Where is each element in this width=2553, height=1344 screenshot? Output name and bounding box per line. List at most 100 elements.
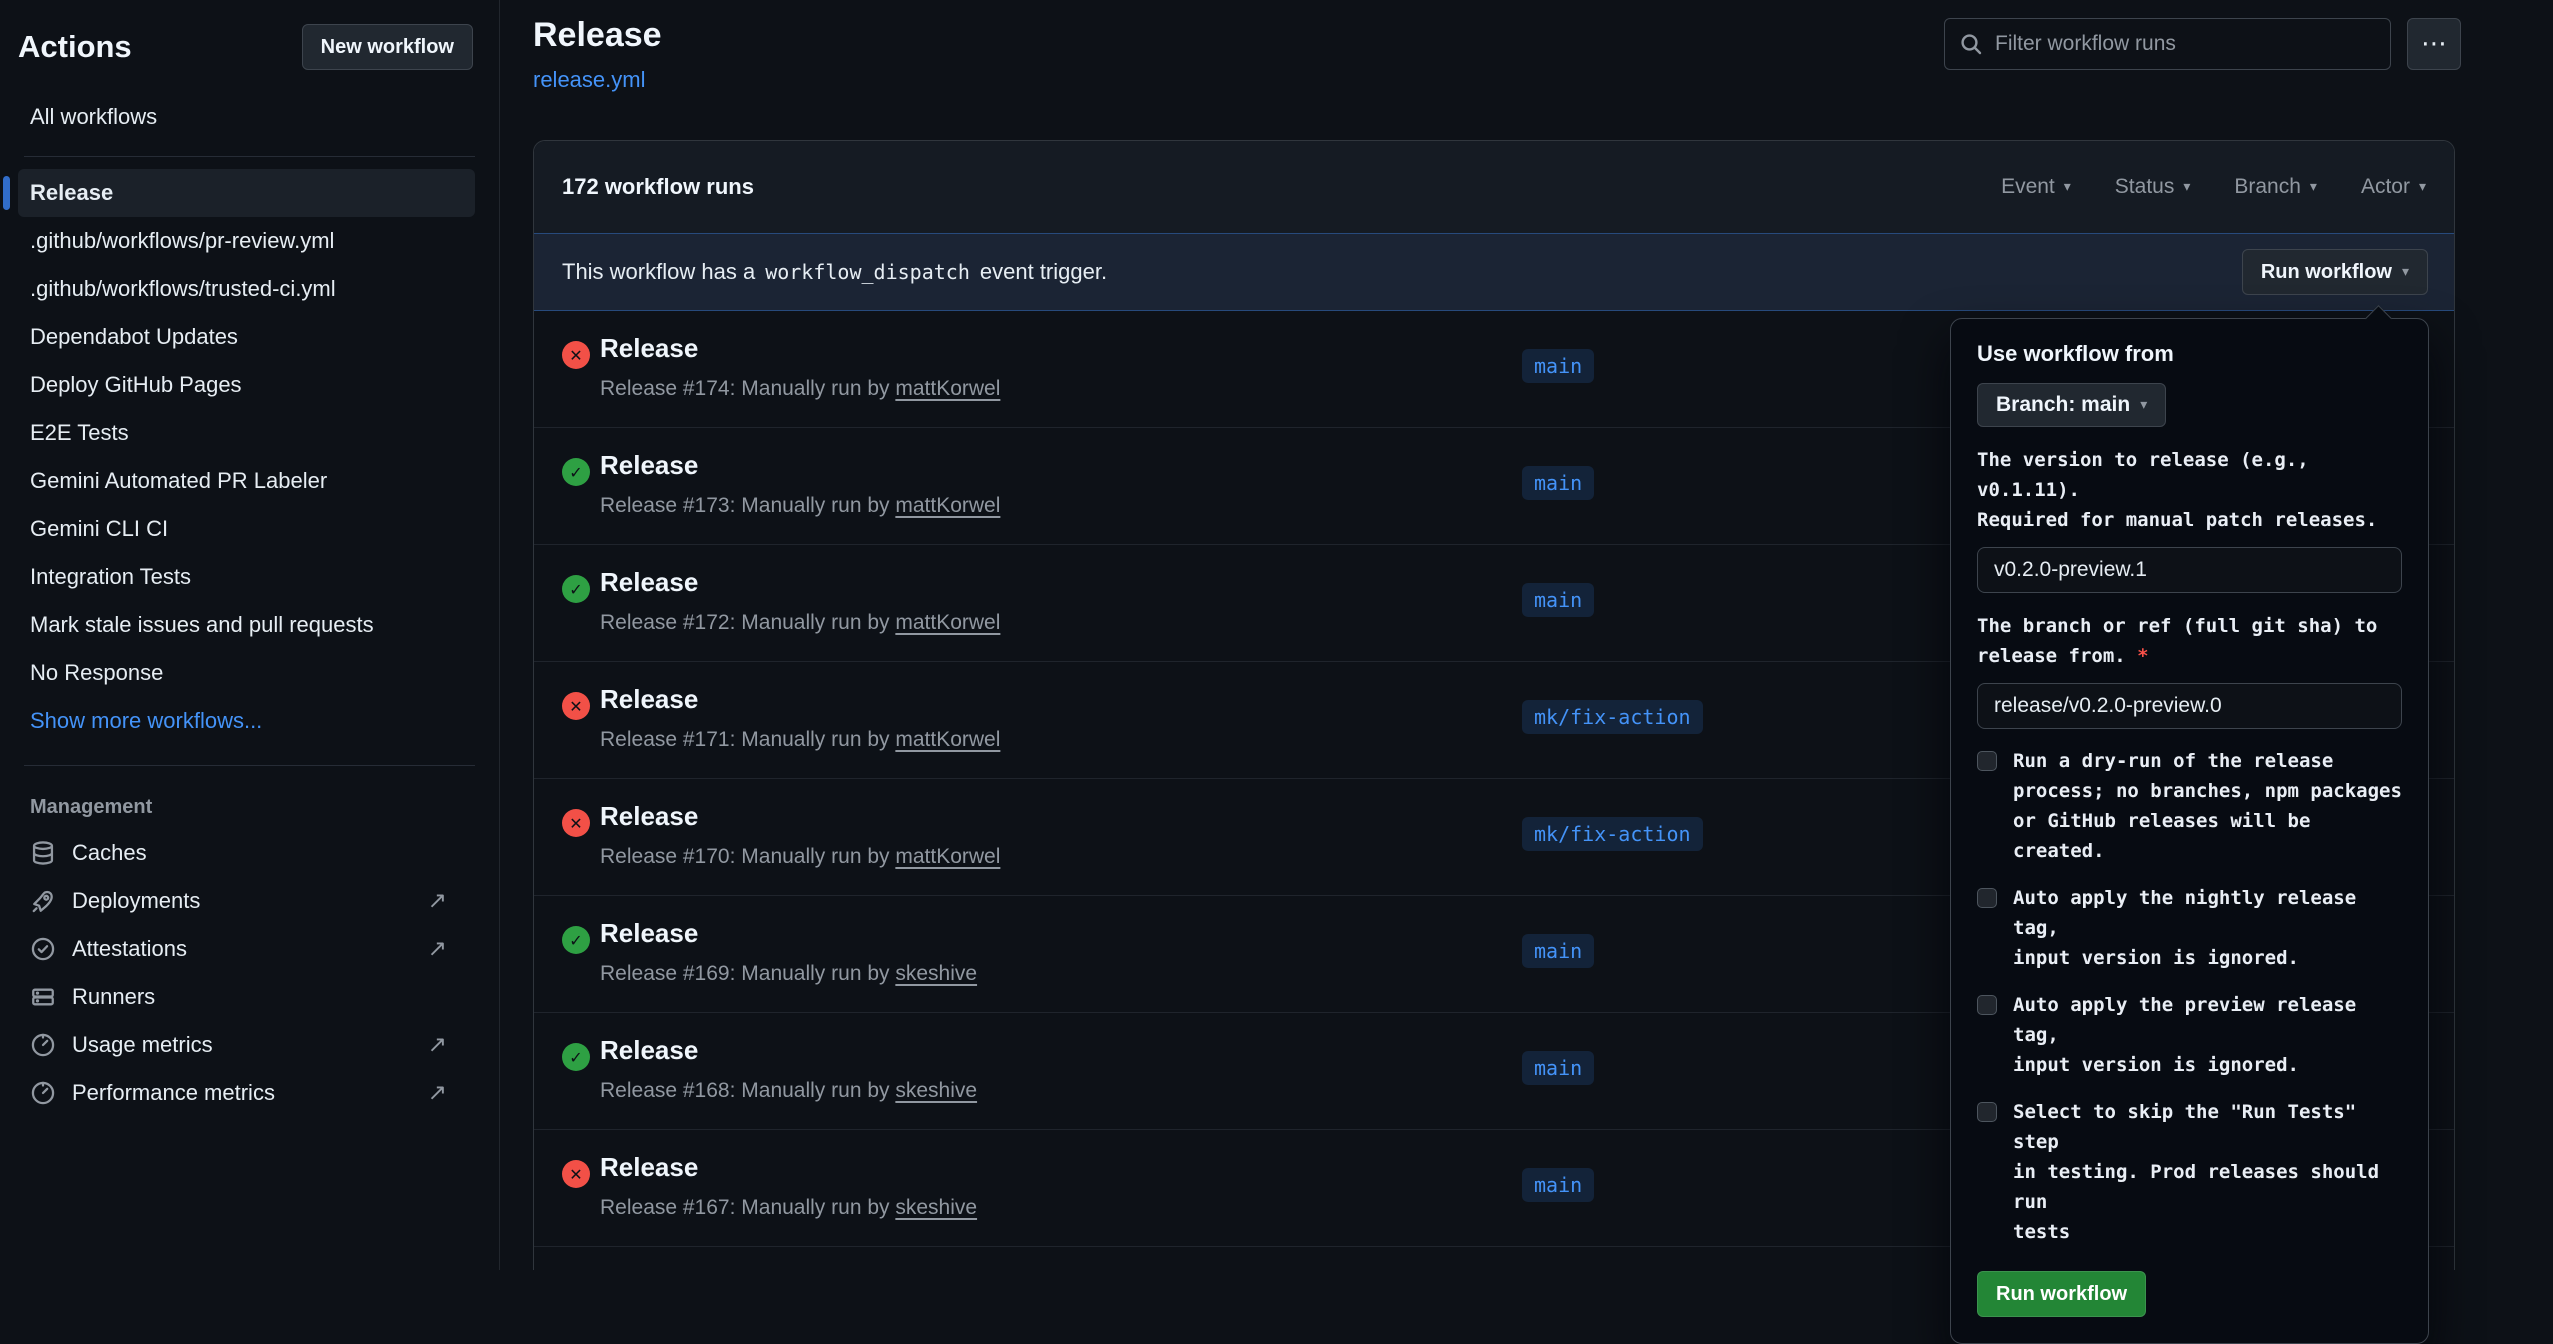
search-box	[1944, 18, 2391, 70]
chevron-down-icon: ▾	[2419, 179, 2426, 195]
sidebar-item-integration-tests[interactable]: Integration Tests	[18, 553, 475, 601]
workflow-list: Release .github/workflows/pr-review.yml …	[18, 169, 475, 745]
branch-ref-field-description: The branch or ref (full git sha) to rele…	[1977, 611, 2402, 671]
run-title-link[interactable]: Release	[600, 450, 698, 481]
sidebar-item-no-response[interactable]: No Response	[18, 649, 475, 697]
run-title-link[interactable]: Release	[600, 801, 698, 832]
sidebar-item-release[interactable]: Release	[18, 169, 475, 217]
workflow-file-link[interactable]: release.yml	[533, 67, 645, 93]
sidebar-item-usage-metrics[interactable]: Usage metrics ↗	[0, 1021, 499, 1069]
external-link-icon: ↗	[428, 1032, 447, 1058]
failure-status-icon: ✕	[562, 692, 590, 720]
external-link-icon: ↗	[428, 936, 447, 962]
sidebar-show-more-link[interactable]: Show more workflows...	[18, 697, 475, 745]
branch-selector-button[interactable]: Branch: main ▾	[1977, 383, 2166, 427]
sidebar-title: Actions	[18, 29, 132, 65]
popover-heading: Use workflow from	[1977, 341, 2402, 367]
run-title-link[interactable]: Release	[600, 1152, 698, 1183]
sidebar-item-deployments[interactable]: Deployments ↗	[0, 877, 499, 925]
actor-link[interactable]: mattKorwel	[895, 377, 1000, 400]
preview-tag-checkbox[interactable]	[1977, 995, 1997, 1015]
branch-chip[interactable]: main	[1522, 1168, 1594, 1202]
actor-link[interactable]: mattKorwel	[895, 494, 1000, 517]
nightly-tag-checkbox[interactable]	[1977, 888, 1997, 908]
actor-link[interactable]: skeshive	[895, 1196, 977, 1219]
sidebar-item-pr-review[interactable]: .github/workflows/pr-review.yml	[18, 217, 475, 265]
run-title-link[interactable]: Release	[600, 333, 698, 364]
run-title-link[interactable]: Release	[600, 684, 698, 715]
filter-event-dropdown[interactable]: Event▾	[2001, 175, 2071, 199]
run-title-link[interactable]: Release	[600, 567, 698, 598]
nightly-tag-option[interactable]: Auto apply the nightly release tag, inpu…	[1977, 883, 2402, 973]
preview-tag-option[interactable]: Auto apply the preview release tag, inpu…	[1977, 990, 2402, 1080]
workflow-dispatch-banner: This workflow has a workflow_dispatch ev…	[534, 233, 2454, 311]
rocket-icon	[30, 888, 56, 914]
required-mark: *	[2137, 645, 2148, 667]
filter-actor-dropdown[interactable]: Actor▾	[2361, 175, 2426, 199]
filter-workflow-runs-input[interactable]	[1944, 18, 2391, 70]
sidebar-divider	[24, 765, 475, 766]
runs-list-header: 172 workflow runs Event▾ Status▾ Branch▾…	[534, 141, 2454, 233]
branch-chip[interactable]: mk/fix-action	[1522, 700, 1703, 734]
branch-chip[interactable]: main	[1522, 583, 1594, 617]
new-workflow-button[interactable]: New workflow	[302, 24, 473, 70]
run-description: Release #171: Manually run by mattKorwel	[600, 728, 1000, 752]
sidebar-divider	[24, 156, 475, 157]
branch-chip[interactable]: main	[1522, 349, 1594, 383]
success-status-icon: ✓	[562, 926, 590, 954]
failure-status-icon: ✕	[562, 1160, 590, 1188]
page-title: Release	[533, 16, 662, 55]
sidebar-item-caches[interactable]: Caches	[0, 829, 499, 877]
run-title-link[interactable]: Release	[600, 918, 698, 949]
search-icon	[1959, 32, 1983, 56]
run-description: Release #169: Manually run by skeshive	[600, 962, 977, 986]
checkbox-label: Run a dry-run of the release process; no…	[2013, 746, 2402, 866]
filter-status-dropdown[interactable]: Status▾	[2115, 175, 2191, 199]
sidebar-item-gemini-cli-ci[interactable]: Gemini CLI CI	[18, 505, 475, 553]
skip-tests-checkbox[interactable]	[1977, 1102, 1997, 1122]
dry-run-checkbox[interactable]	[1977, 751, 1997, 771]
chevron-down-icon: ▾	[2183, 179, 2190, 195]
runs-count: 172 workflow runs	[562, 174, 754, 200]
chevron-down-icon: ▾	[2140, 397, 2147, 413]
run-workflow-dropdown-button[interactable]: Run workflow ▾	[2242, 249, 2428, 295]
sidebar-item-trusted-ci[interactable]: .github/workflows/trusted-ci.yml	[18, 265, 475, 313]
sidebar-item-performance-metrics[interactable]: Performance metrics ↗	[0, 1069, 499, 1117]
success-status-icon: ✓	[562, 1043, 590, 1071]
sidebar-item-dependabot-updates[interactable]: Dependabot Updates	[18, 313, 475, 361]
run-description: Release #173: Manually run by mattKorwel	[600, 494, 1000, 518]
branch-chip[interactable]: mk/fix-action	[1522, 817, 1703, 851]
sidebar-item-e2e-tests[interactable]: E2E Tests	[18, 409, 475, 457]
filter-bar: ⋯	[1944, 18, 2461, 70]
version-input[interactable]	[1977, 547, 2402, 593]
sidebar-item-gemini-pr-labeler[interactable]: Gemini Automated PR Labeler	[18, 457, 475, 505]
branch-chip[interactable]: main	[1522, 1051, 1594, 1085]
failure-status-icon: ✕	[562, 341, 590, 369]
server-icon	[30, 984, 56, 1010]
actor-link[interactable]: skeshive	[895, 1079, 977, 1102]
sidebar-item-runners[interactable]: Runners	[0, 973, 499, 1021]
workflow-overflow-menu-button[interactable]: ⋯	[2407, 18, 2461, 70]
sidebar-item-all-workflows[interactable]: All workflows	[18, 98, 475, 136]
actor-link[interactable]: mattKorwel	[895, 611, 1000, 634]
sidebar-item-attestations[interactable]: Attestations ↗	[0, 925, 499, 973]
actor-link[interactable]: skeshive	[895, 962, 977, 985]
sidebar-item-deploy-github-pages[interactable]: Deploy GitHub Pages	[18, 361, 475, 409]
branch-ref-input[interactable]	[1977, 683, 2402, 729]
chevron-down-icon: ▾	[2310, 179, 2317, 195]
external-link-icon: ↗	[428, 1080, 447, 1106]
dry-run-option[interactable]: Run a dry-run of the release process; no…	[1977, 746, 2402, 866]
run-title-link[interactable]: Release	[600, 1035, 698, 1066]
actor-link[interactable]: mattKorwel	[895, 845, 1000, 868]
meter-icon	[30, 1080, 56, 1106]
runs-filters: Event▾ Status▾ Branch▾ Actor▾	[2001, 175, 2426, 199]
sidebar-item-mark-stale[interactable]: Mark stale issues and pull requests	[18, 601, 475, 649]
run-description: Release #167: Manually run by skeshive	[600, 1196, 977, 1220]
branch-chip[interactable]: main	[1522, 466, 1594, 500]
page-header: Release release.yml	[533, 16, 662, 93]
skip-tests-option[interactable]: Select to skip the "Run Tests" step in t…	[1977, 1097, 2402, 1247]
run-workflow-submit-button[interactable]: Run workflow	[1977, 1271, 2146, 1317]
actor-link[interactable]: mattKorwel	[895, 728, 1000, 751]
filter-branch-dropdown[interactable]: Branch▾	[2234, 175, 2317, 199]
branch-chip[interactable]: main	[1522, 934, 1594, 968]
